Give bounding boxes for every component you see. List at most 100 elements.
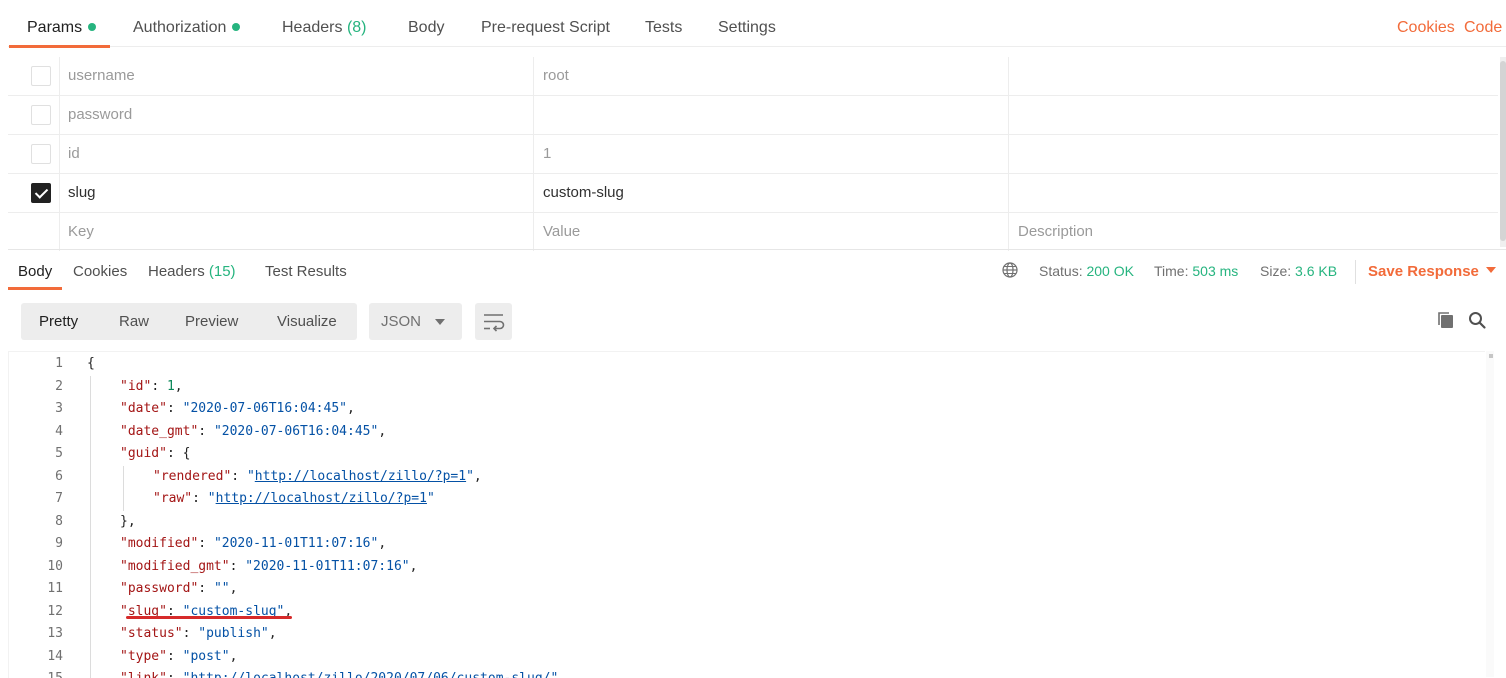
view-preview-button[interactable]: Preview — [185, 303, 238, 340]
code-token: : — [230, 559, 246, 574]
tab-body[interactable]: Body — [408, 0, 444, 46]
param-value[interactable]: 1 — [534, 135, 1009, 173]
code-token: "" — [214, 581, 230, 596]
tab-prerequest-script[interactable]: Pre-request Script — [481, 0, 610, 46]
code-token: , — [378, 536, 386, 551]
code-token: , — [230, 649, 238, 664]
globe-icon[interactable] — [1002, 262, 1018, 278]
new-param-value-input[interactable]: Value — [534, 213, 1009, 251]
code-line: 12"slug": "custom-slug", — [9, 601, 1485, 623]
divider — [1355, 260, 1356, 284]
code-token: " — [208, 491, 216, 506]
tab-headers[interactable]: Headers (8) — [282, 0, 367, 46]
code-token: : — [167, 401, 183, 416]
view-visualize-button[interactable]: Visualize — [277, 303, 337, 340]
param-description[interactable] — [1009, 96, 1498, 134]
code-content: "id": 1, — [120, 376, 183, 398]
code-token: "modified" — [120, 536, 198, 551]
code-link[interactable]: Code — [1464, 0, 1502, 46]
code-token: }, — [120, 514, 136, 529]
wrap-lines-icon — [475, 303, 512, 340]
code-token: : — [198, 581, 214, 596]
size-value: 3.6 KB — [1295, 263, 1337, 279]
code-line: 4"date_gmt": "2020-07-06T16:04:45", — [9, 421, 1485, 443]
param-row: id 1 — [8, 135, 1498, 174]
view-pretty-button[interactable]: Pretty — [39, 303, 78, 340]
time-value: 503 ms — [1192, 263, 1238, 279]
new-param-key-input[interactable]: Key — [59, 213, 534, 251]
view-raw-button[interactable]: Raw — [119, 303, 149, 340]
code-token: " — [247, 469, 255, 484]
code-content: "raw": "http://localhost/zillo/?p=1" — [153, 488, 435, 510]
code-token: http://localhost/zillo/?p=1 — [255, 469, 466, 484]
tab-tests[interactable]: Tests — [645, 0, 682, 46]
code-token: : — [151, 379, 167, 394]
param-check-cell — [8, 57, 60, 95]
param-checkbox[interactable] — [31, 66, 51, 86]
code-token: "2020-11-01T11:07:16" — [245, 559, 409, 574]
code-token: , — [410, 559, 418, 574]
response-body-editor[interactable]: 1{2"id": 1,3"date": "2020-07-06T16:04:45… — [8, 351, 1485, 678]
line-number: 4 — [9, 421, 63, 443]
copy-icon[interactable] — [1436, 310, 1456, 330]
chevron-down-icon — [435, 319, 445, 325]
param-value[interactable] — [534, 96, 1009, 134]
code-token: , — [269, 626, 277, 641]
authorization-indicator-dot — [232, 23, 240, 31]
tab-params[interactable]: Params — [27, 0, 96, 46]
code-token: , — [474, 469, 482, 484]
code-line: 13"status": "publish", — [9, 623, 1485, 645]
param-description[interactable] — [1009, 174, 1498, 212]
param-row: password — [8, 96, 1498, 135]
code-line: 7"raw": "http://localhost/zillo/?p=1" — [9, 488, 1485, 510]
param-checkbox[interactable] — [31, 144, 51, 164]
code-content: "modified_gmt": "2020-11-01T11:07:16", — [120, 556, 417, 578]
tab-test-results[interactable]: Test Results — [265, 250, 347, 290]
line-number: 3 — [9, 398, 63, 420]
param-description[interactable] — [1009, 57, 1498, 95]
tab-response-cookies[interactable]: Cookies — [73, 250, 127, 290]
tab-headers-label: Headers — [282, 19, 342, 36]
params-scrollbar-thumb[interactable] — [1500, 61, 1506, 241]
save-response-button[interactable]: Save Response — [1368, 250, 1479, 290]
code-token: " — [466, 469, 474, 484]
param-key[interactable]: id — [59, 135, 534, 173]
code-line: 11"password": "", — [9, 578, 1485, 600]
param-checkbox-checked[interactable] — [31, 183, 51, 203]
tab-response-headers[interactable]: Headers (15) — [148, 250, 236, 290]
language-select-value: JSON — [381, 303, 421, 341]
chevron-down-icon[interactable] — [1486, 267, 1496, 273]
search-icon[interactable] — [1467, 310, 1487, 330]
param-value[interactable]: custom-slug — [534, 174, 1009, 212]
cookies-link[interactable]: Cookies — [1397, 0, 1455, 46]
code-token: "modified_gmt" — [120, 559, 230, 574]
slug-highlight-underline — [126, 616, 292, 619]
params-scrollbar[interactable] — [1500, 57, 1506, 247]
editor-scrollbar[interactable] — [1486, 351, 1494, 677]
param-key[interactable]: slug — [59, 174, 534, 212]
wrap-lines-button[interactable] — [475, 303, 512, 340]
language-select[interactable]: JSON — [369, 303, 462, 340]
code-content: "password": "", — [120, 578, 237, 600]
param-description[interactable] — [1009, 135, 1498, 173]
param-row-new: Key Value Description — [8, 213, 1498, 251]
param-key[interactable]: password — [59, 96, 534, 134]
code-token: : — [167, 649, 183, 664]
param-value[interactable]: root — [534, 57, 1009, 95]
request-tabs: Params Authorization Headers (8) Body Pr… — [8, 0, 1506, 47]
new-param-description-input[interactable]: Description — [1009, 213, 1498, 251]
tab-response-body[interactable]: Body — [18, 250, 52, 290]
code-line: 9"modified": "2020-11-01T11:07:16", — [9, 533, 1485, 555]
code-token: "rendered" — [153, 469, 231, 484]
param-key[interactable]: username — [59, 57, 534, 95]
code-token: : — [198, 424, 214, 439]
code-token: "2020-11-01T11:07:16" — [214, 536, 378, 551]
code-token: "date_gmt" — [120, 424, 198, 439]
code-token: "2020-07-06T16:04:45" — [214, 424, 378, 439]
code-content: "status": "publish", — [120, 623, 277, 645]
tab-authorization[interactable]: Authorization — [133, 0, 240, 46]
indent-guide — [90, 376, 91, 678]
param-checkbox[interactable] — [31, 105, 51, 125]
indent-guide — [123, 466, 124, 511]
tab-settings[interactable]: Settings — [718, 0, 776, 46]
